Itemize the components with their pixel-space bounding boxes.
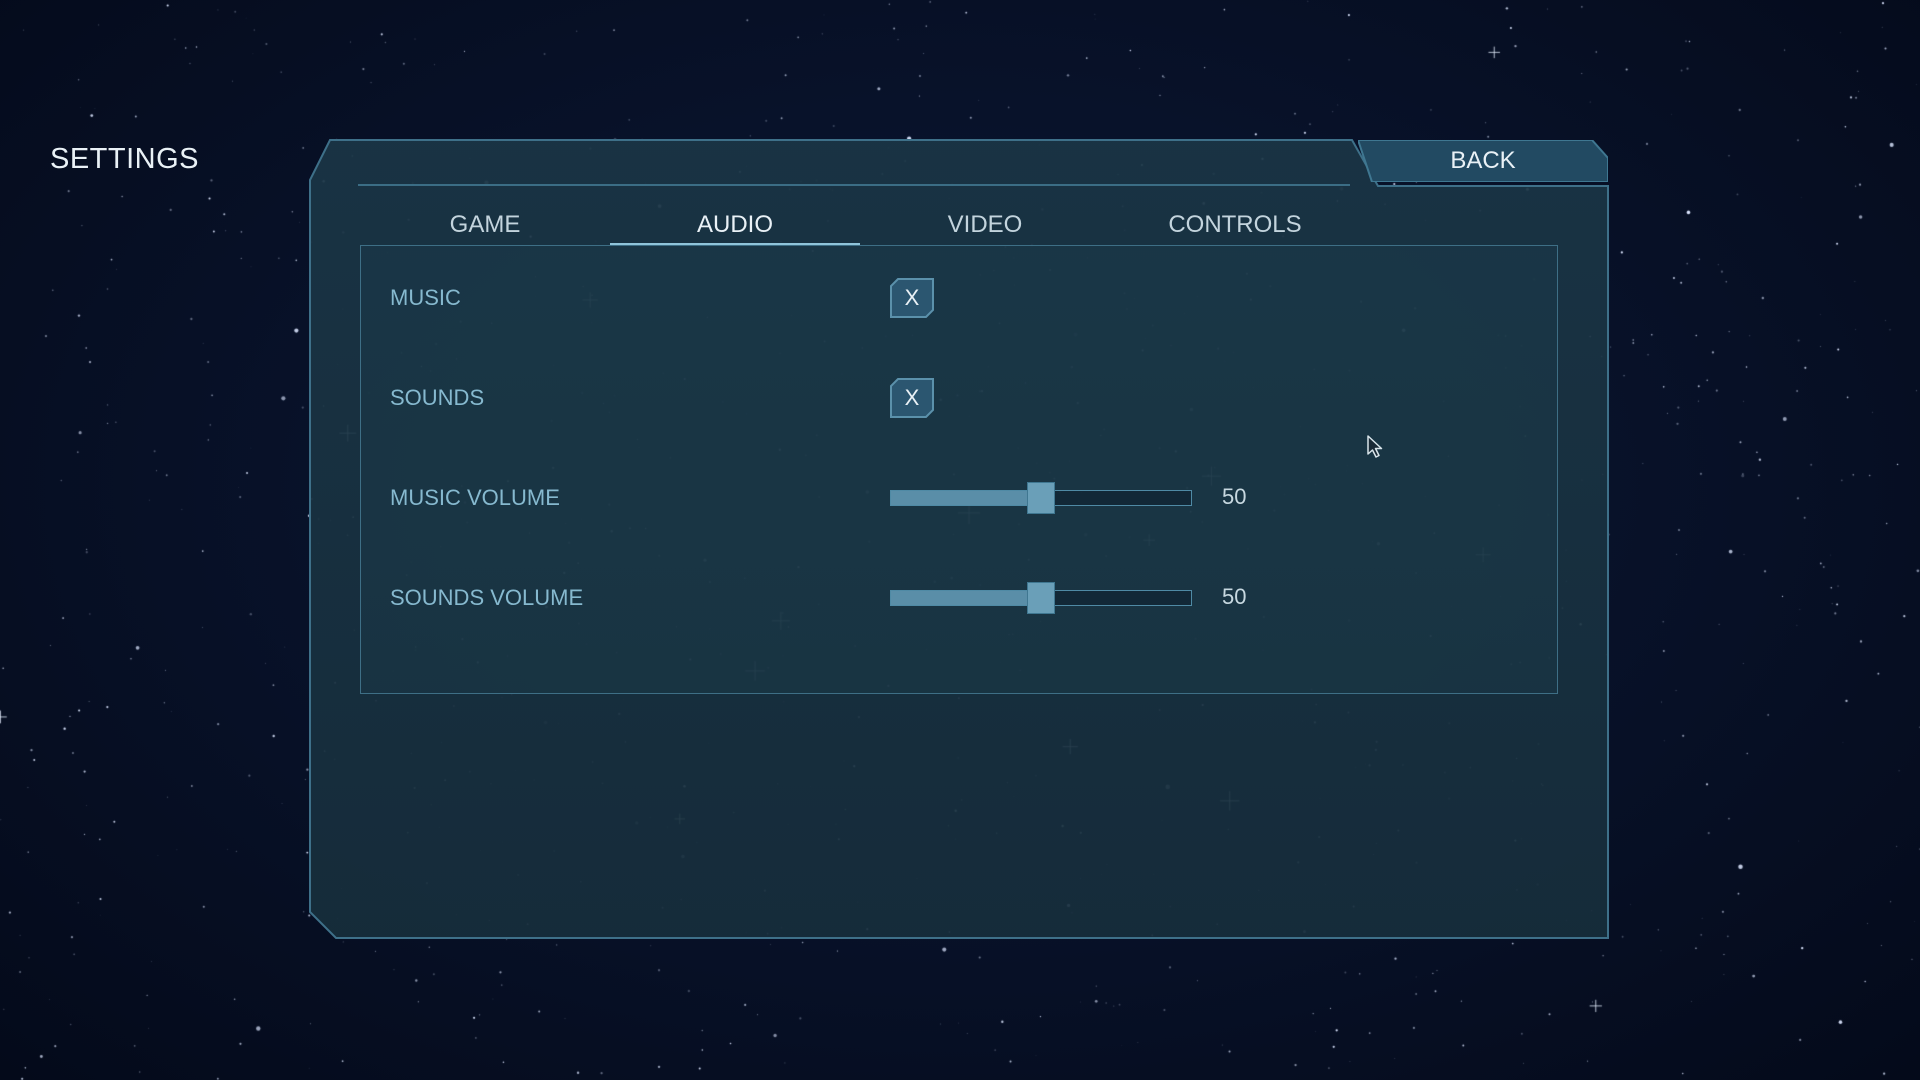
page-title: SETTINGS bbox=[50, 143, 200, 175]
tab-controls[interactable]: CONTROLS bbox=[1110, 206, 1360, 244]
tab-video[interactable]: VIDEO bbox=[860, 206, 1110, 244]
x-mark-icon: X bbox=[904, 385, 920, 410]
back-button-label: BACK bbox=[1450, 147, 1516, 174]
tab-game-label: GAME bbox=[449, 211, 521, 238]
tab-video-label: VIDEO bbox=[947, 211, 1023, 238]
slider-handle[interactable] bbox=[1027, 482, 1055, 514]
slider-fill bbox=[891, 491, 1042, 505]
music-label: MUSIC bbox=[390, 285, 461, 310]
sounds-label: SOUNDS bbox=[390, 385, 485, 410]
slider-fill bbox=[891, 591, 1042, 605]
back-button[interactable]: BACK bbox=[1358, 140, 1608, 182]
arrow-cursor-icon bbox=[1367, 435, 1383, 458]
tab-controls-label: CONTROLS bbox=[1168, 211, 1302, 238]
music-volume-slider[interactable] bbox=[890, 482, 1192, 514]
tab-game[interactable]: GAME bbox=[360, 206, 610, 244]
title-divider bbox=[358, 184, 1350, 186]
audio-settings-box bbox=[360, 245, 1558, 694]
music-volume-label: MUSIC VOLUME bbox=[390, 485, 560, 510]
sounds-volume-label: SOUNDS VOLUME bbox=[390, 585, 584, 610]
sounds-volume-slider[interactable] bbox=[890, 582, 1192, 614]
music-checkbox[interactable]: X bbox=[890, 278, 934, 318]
tab-audio[interactable]: AUDIO bbox=[610, 206, 860, 246]
music-volume-value: 50 bbox=[1222, 484, 1247, 509]
x-mark-icon: X bbox=[904, 285, 920, 310]
slider-handle[interactable] bbox=[1027, 582, 1055, 614]
sounds-volume-value: 50 bbox=[1222, 584, 1247, 609]
sounds-checkbox[interactable]: X bbox=[890, 378, 934, 418]
game-screen: SETTINGS BACK GAME AUDIO VIDEO CONTROLS … bbox=[0, 0, 1920, 1080]
tab-audio-label: AUDIO bbox=[696, 211, 773, 238]
